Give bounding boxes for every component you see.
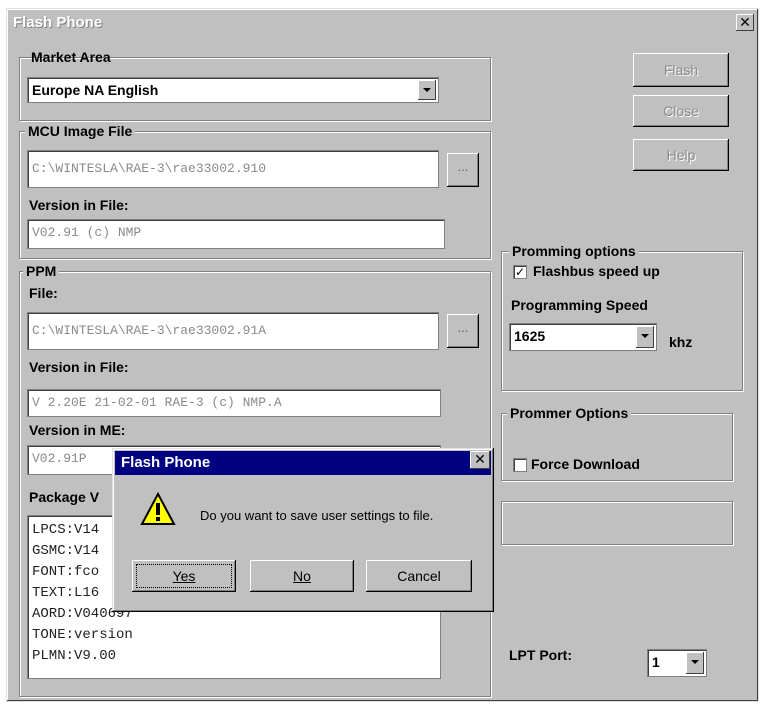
mcu-file-field[interactable]: C:\WINTESLA\RAE-3\rae33002.910 [27, 150, 439, 188]
lpt-dropdown-icon[interactable] [686, 652, 704, 674]
mcu-browse-button[interactable]: ... [447, 153, 479, 187]
lpt-port-select[interactable]: 1 [647, 649, 707, 677]
mcu-image-label: MCU Image File [25, 123, 136, 139]
package-version-label: Package V [29, 489, 100, 505]
market-area-label: Market Area [31, 49, 111, 65]
force-download-checkbox[interactable] [513, 458, 527, 472]
ppm-version-me-label: Version in ME: [29, 422, 126, 438]
yes-button[interactable]: Yes [132, 560, 236, 592]
warning-icon [140, 492, 176, 525]
market-area-dropdown-icon[interactable] [418, 80, 436, 100]
dialog-title-bar[interactable]: Flash Phone [115, 451, 491, 475]
title-bar[interactable]: Flash Phone ✕ [9, 11, 756, 35]
window-close-button[interactable]: ✕ [736, 14, 754, 31]
dialog-title: Flash Phone [121, 454, 211, 471]
cancel-button[interactable]: Cancel [366, 560, 472, 592]
ppm-browse-button[interactable]: ... [447, 314, 479, 348]
yes-label: Yes [172, 568, 196, 584]
lpt-port-value: 1 [652, 654, 660, 670]
programming-speed-select[interactable]: 1625 [509, 323, 657, 351]
close-button[interactable]: Close [633, 95, 729, 127]
no-label: No [293, 568, 311, 584]
flashbus-checkbox[interactable]: ✓ [513, 265, 527, 279]
ppm-version-file-field: V 2.20E 21-02-01 RAE-3 (c) NMP.A [27, 389, 441, 417]
speed-dropdown-icon[interactable] [636, 326, 654, 348]
ppm-label: PPM [23, 263, 60, 279]
programming-speed-label: Programming Speed [511, 297, 648, 313]
lpt-port-label: LPT Port: [509, 647, 572, 663]
prommer-options-label: Prommer Options [507, 405, 632, 421]
no-button[interactable]: No [250, 560, 354, 592]
window-title: Flash Phone [13, 14, 103, 31]
dialog-close-button[interactable]: ✕ [470, 451, 490, 469]
help-button[interactable]: Help [633, 139, 729, 171]
programming-speed-value: 1625 [514, 328, 546, 344]
mcu-version-field: V02.91 (c) NMP [27, 219, 445, 249]
flashbus-label: Flashbus speed up [533, 263, 660, 279]
save-settings-dialog: Flash Phone ✕ Do you want to save user s… [112, 448, 494, 612]
market-area-value: Europe NA English [32, 82, 159, 98]
ppm-file-label: File: [29, 285, 58, 301]
mcu-version-label: Version in File: [29, 197, 129, 213]
package-line: TONE:version [32, 627, 133, 643]
ppm-file-field[interactable]: C:\WINTESLA\RAE-3\rae33002.91A [27, 312, 439, 350]
promming-options-label: Promming options [509, 243, 639, 259]
package-line: PLMN:V9.00 [32, 648, 117, 664]
flash-button[interactable]: Flash [633, 53, 729, 87]
ppm-version-file-label: Version in File: [29, 359, 129, 375]
empty-panel [501, 501, 733, 545]
dialog-message: Do you want to save user settings to fil… [200, 508, 434, 523]
khz-label: khz [669, 334, 693, 350]
force-download-label: Force Download [531, 456, 640, 472]
market-area-select[interactable]: Europe NA English [27, 77, 439, 103]
